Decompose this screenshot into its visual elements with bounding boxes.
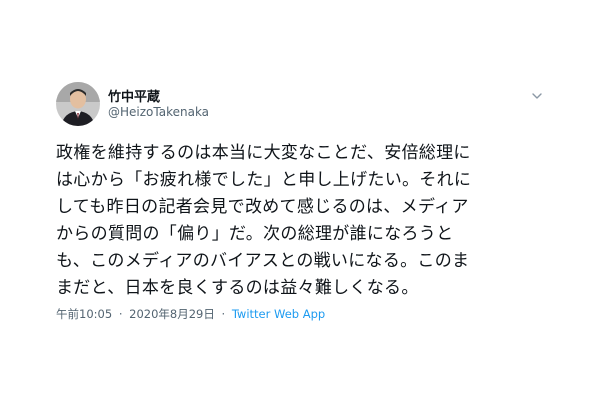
tweet-time[interactable]: 午前10:05 <box>56 307 112 321</box>
tweet-text-line: まだと、日本を良くするのは益々難しくなる。 <box>56 278 419 298</box>
tweet-metadata: 午前10:05 · 2020年8月29日 · Twitter Web App <box>56 306 325 322</box>
separator: · <box>118 307 123 321</box>
tweet-text-line: は心から「お疲れ様でした」と申し上げたい。それに <box>56 170 472 190</box>
avatar-image <box>56 82 100 126</box>
tweet-date[interactable]: 2020年8月29日 <box>129 307 215 321</box>
avatar[interactable] <box>56 82 100 126</box>
separator: · <box>221 307 226 321</box>
tweet-source-link[interactable]: Twitter Web App <box>232 307 325 321</box>
tweet-text-line: も、このメディアのバイアスとの戦いになる。このま <box>56 251 470 271</box>
chevron-down-icon[interactable] <box>530 88 544 102</box>
tweet-card: 竹中平蔵 @HeizoTakenaka 政権を維持するのは本当に大変なことだ、安… <box>0 0 600 400</box>
tweet-text: 政権を維持するのは本当に大変なことだ、安倍総理に は心から「お疲れ様でした」と申… <box>56 140 556 302</box>
tweet-text-line: 政権を維持するのは本当に大変なことだ、安倍総理に <box>56 143 471 163</box>
author-display-name[interactable]: 竹中平蔵 <box>108 86 160 105</box>
tweet-text-line: からの質問の「偏り」だ。次の総理が誰になろうと <box>56 224 454 244</box>
author-handle[interactable]: @HeizoTakenaka <box>108 105 209 119</box>
tweet-text-line: しても昨日の記者会見で改めて感じるのは、メディア <box>56 197 469 217</box>
